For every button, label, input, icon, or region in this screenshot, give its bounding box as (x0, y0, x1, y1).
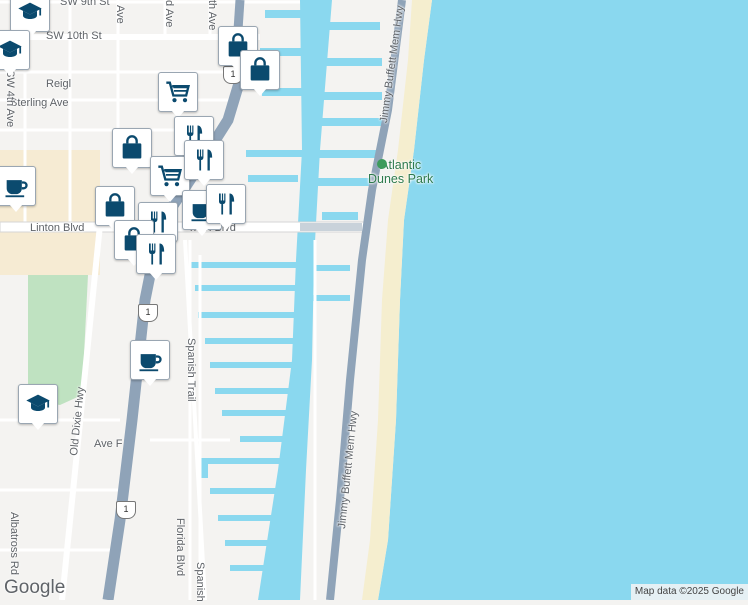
map-canvas[interactable]: SW 9th St SW 10th St Reigl Sterling Ave … (0, 0, 748, 602)
shopping-bag-icon (118, 134, 146, 162)
ocean (378, 0, 748, 600)
street-label-spanish: Spanish (194, 562, 206, 602)
street-label-albatross: Albatross Rd (8, 512, 20, 575)
map-marker-restaurant[interactable] (206, 184, 246, 232)
street-label-ave-b: d Ave (163, 0, 175, 28)
street-label-linton-a: Linton Blvd (30, 222, 85, 234)
map-marker-school[interactable] (18, 384, 58, 432)
street-label-sw-10th: SW 10th St (46, 30, 102, 42)
street-label-ave-c: th Ave (206, 0, 218, 31)
school-icon (0, 36, 24, 64)
school-icon (16, 0, 44, 26)
street-label-spanish-trail: Spanish Trail (185, 338, 197, 402)
map-marker-shopping-cart[interactable] (158, 72, 198, 120)
restaurant-icon (212, 190, 240, 218)
us1-shield-middle: 1 (138, 304, 158, 322)
us1-shield-south: 1 (116, 501, 136, 519)
shopping-cart-icon (156, 162, 184, 190)
street-label-sw-4th: SW 4th Ave (4, 70, 16, 128)
street-label-florida-blvd: Florida Blvd (174, 518, 186, 577)
google-logo[interactable]: Google (4, 577, 65, 599)
street-label-sterling: Sterling Ave (10, 97, 69, 109)
street-label-ave-a: Ave (114, 5, 126, 24)
map-marker-coffee[interactable] (0, 166, 36, 214)
map-marker-shopping-bag[interactable] (112, 128, 152, 176)
map-marker-school[interactable] (0, 30, 30, 78)
map-data-credit[interactable]: Map data ©2025 Google (630, 584, 748, 600)
restaurant-icon (142, 240, 170, 268)
shopping-bag-icon (246, 56, 274, 84)
map-marker-coffee[interactable] (130, 340, 170, 388)
restaurant-icon (190, 146, 218, 174)
street-label-reigle: Reigl (46, 78, 72, 90)
coffee-icon (2, 172, 30, 200)
shopping-bag-icon (101, 192, 129, 220)
map-marker-restaurant[interactable] (184, 140, 224, 188)
school-icon (24, 390, 52, 418)
map-base (0, 0, 748, 601)
street-label-ave-f: Ave F (94, 438, 123, 450)
street-label-sw-9th: SW 9th St (60, 0, 110, 8)
map-marker-restaurant[interactable] (136, 234, 176, 282)
park-icon (377, 159, 387, 169)
map-marker-shopping-bag[interactable] (240, 50, 280, 98)
shopping-cart-icon (164, 78, 192, 106)
coffee-icon (136, 346, 164, 374)
